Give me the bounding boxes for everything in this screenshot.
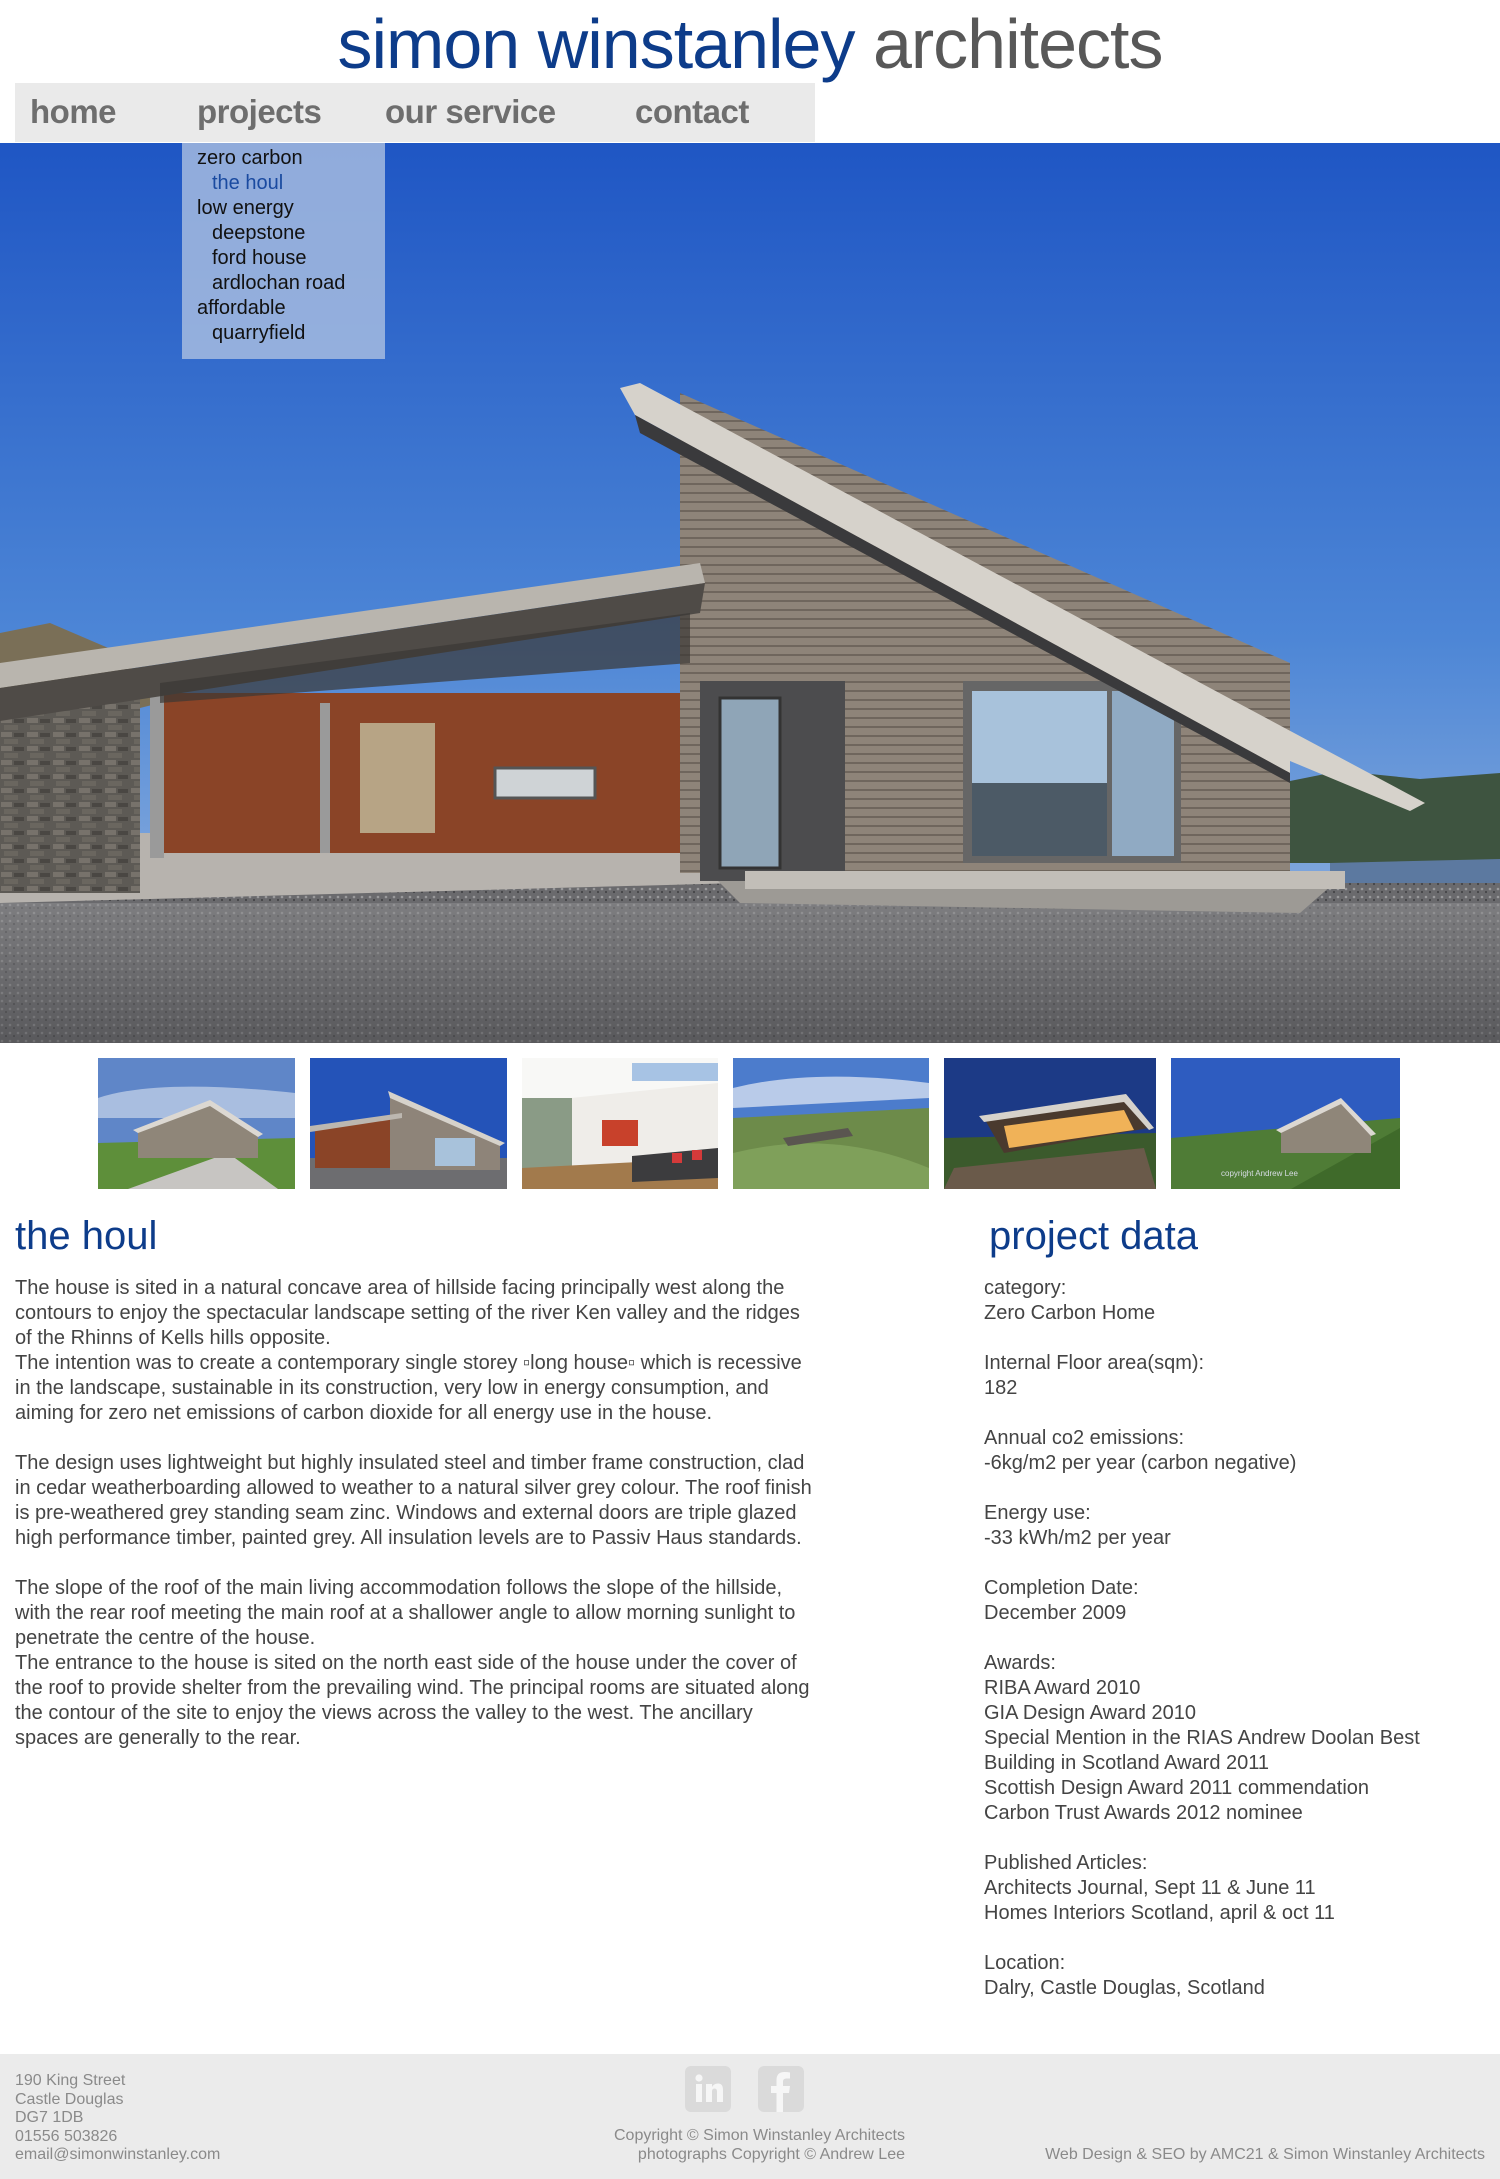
- description-paragraph: The slope of the roof of the main living…: [15, 1577, 796, 1649]
- data-label: Awards:: [984, 1652, 1056, 1674]
- project-data-title: project data: [989, 1214, 1199, 1258]
- data-value: Scottish Design Award 2011 commendation: [984, 1777, 1370, 1799]
- nav-projects[interactable]: projects: [197, 93, 322, 131]
- data-value: RIBA Award 2010: [984, 1677, 1141, 1699]
- site-copyright: Copyright © Simon Winstanley Architects: [613, 2127, 905, 2144]
- data-value: -6kg/m2 per year (carbon negative): [984, 1452, 1297, 1474]
- project-title: the houl: [15, 1214, 158, 1258]
- data-co2-emissions: Annual co2 emissions: -6kg/m2 per year (…: [984, 1426, 1484, 1476]
- data-label: category:: [984, 1277, 1067, 1299]
- menu-item-ford-house[interactable]: ford house: [182, 246, 385, 271]
- site-title-suffix[interactable]: architects: [873, 5, 1164, 83]
- menu-item-affordable[interactable]: affordable: [182, 296, 385, 321]
- web-design-credit[interactable]: Web Design & SEO by AMC21 & Simon Winsta…: [1045, 2146, 1485, 2164]
- data-value: -33 kWh/m2 per year: [984, 1527, 1171, 1549]
- data-value: Homes Interiors Scotland, april & oct 11: [984, 1902, 1335, 1924]
- data-label: Location:: [984, 1952, 1066, 1974]
- menu-item-deepstone[interactable]: deepstone: [182, 221, 385, 246]
- thumbnail-photo-6[interactable]: copyright Andrew Lee: [1171, 1058, 1400, 1189]
- data-category: category: Zero Carbon Home: [984, 1276, 1484, 1326]
- data-energy-use: Energy use: -33 kWh/m2 per year: [984, 1501, 1484, 1551]
- menu-item-zero-carbon[interactable]: zero carbon: [182, 146, 385, 171]
- footer: 190 King Street Castle Douglas DG7 1DB 0…: [0, 2054, 1500, 2179]
- address-line: DG7 1DB: [15, 2109, 84, 2126]
- site-title-name[interactable]: simon winstanley: [337, 5, 855, 83]
- facebook-icon[interactable]: [758, 2066, 804, 2112]
- thumbnail-watermark: copyright Andrew Lee: [1221, 1169, 1298, 1178]
- phone-number: 01556 503826: [15, 2127, 118, 2145]
- data-label: Published Articles:: [984, 1852, 1148, 1874]
- description-paragraph: The house is sited in a natural concave …: [15, 1277, 800, 1349]
- address-line: Castle Douglas: [15, 2090, 124, 2108]
- data-published-articles: Published Articles: Architects Journal, …: [984, 1851, 1484, 1926]
- description-paragraph: The intention was to create a contempora…: [15, 1352, 802, 1424]
- data-value: 182: [984, 1377, 1018, 1399]
- thumbnail-photo-2[interactable]: [310, 1058, 507, 1189]
- email-link[interactable]: email@simonwinstanley.com: [15, 2146, 220, 2165]
- site-title[interactable]: simon winstanley architects: [0, 4, 1500, 84]
- data-completion-date: Completion Date: December 2009: [984, 1576, 1484, 1626]
- project-data-list: category: Zero Carbon Home Internal Floo…: [984, 1276, 1484, 2026]
- copyright-notice: Copyright © Simon Winstanley Architects …: [450, 2126, 905, 2164]
- data-label: Annual co2 emissions:: [984, 1427, 1185, 1449]
- data-floor-area: Internal Floor area(sqm): 182: [984, 1351, 1484, 1401]
- data-label: Completion Date:: [984, 1577, 1139, 1599]
- nav-contact[interactable]: contact: [635, 93, 749, 131]
- project-description: The house is sited in a natural concave …: [15, 1276, 815, 1751]
- data-value: Building in Scotland Award 2011: [984, 1752, 1270, 1774]
- data-location: Location: Dalry, Castle Douglas, Scotlan…: [984, 1951, 1484, 2001]
- address-line: 190 King Street: [15, 2072, 126, 2089]
- data-awards: Awards: RIBA Award 2010 GIA Design Award…: [984, 1651, 1484, 1826]
- data-value: GIA Design Award 2010: [984, 1702, 1196, 1724]
- footer-address: 190 King Street Castle Douglas DG7 1DB 0…: [15, 2072, 220, 2165]
- description-paragraph: The design uses lightweight but highly i…: [15, 1452, 812, 1549]
- projects-dropdown: zero carbon the houl low energy deepston…: [182, 143, 385, 359]
- data-value: December 2009: [984, 1602, 1127, 1624]
- data-value: Dalry, Castle Douglas, Scotland: [984, 1977, 1265, 1999]
- menu-item-ardlochan-road[interactable]: ardlochan road: [182, 271, 385, 296]
- data-value: Architects Journal, Sept 11 & June 11: [984, 1877, 1316, 1899]
- main-nav: home projects our service contact: [15, 83, 815, 142]
- menu-item-quarryfield[interactable]: quarryfield: [182, 321, 385, 346]
- data-value: Zero Carbon Home: [984, 1302, 1156, 1324]
- nav-home[interactable]: home: [30, 93, 117, 131]
- menu-item-the-houl[interactable]: the houl: [182, 171, 385, 196]
- thumbnail-photo-1[interactable]: [98, 1058, 295, 1189]
- data-value: Special Mention in the RIAS Andrew Doola…: [984, 1727, 1420, 1749]
- thumbnail-photo-4[interactable]: [733, 1058, 929, 1189]
- data-label: Energy use:: [984, 1502, 1091, 1524]
- menu-item-low-energy[interactable]: low energy: [182, 196, 385, 221]
- description-paragraph: The entrance to the house is sited on th…: [15, 1652, 810, 1749]
- photo-copyright: photographs Copyright © Andrew Lee: [637, 2146, 905, 2163]
- data-value: Carbon Trust Awards 2012 nominee: [984, 1802, 1303, 1824]
- linkedin-icon[interactable]: [685, 2066, 731, 2112]
- data-label: Internal Floor area(sqm):: [984, 1352, 1205, 1374]
- nav-our-service[interactable]: our service: [385, 93, 556, 131]
- thumbnail-photo-5[interactable]: [944, 1058, 1156, 1189]
- thumbnail-photo-3[interactable]: [522, 1058, 718, 1189]
